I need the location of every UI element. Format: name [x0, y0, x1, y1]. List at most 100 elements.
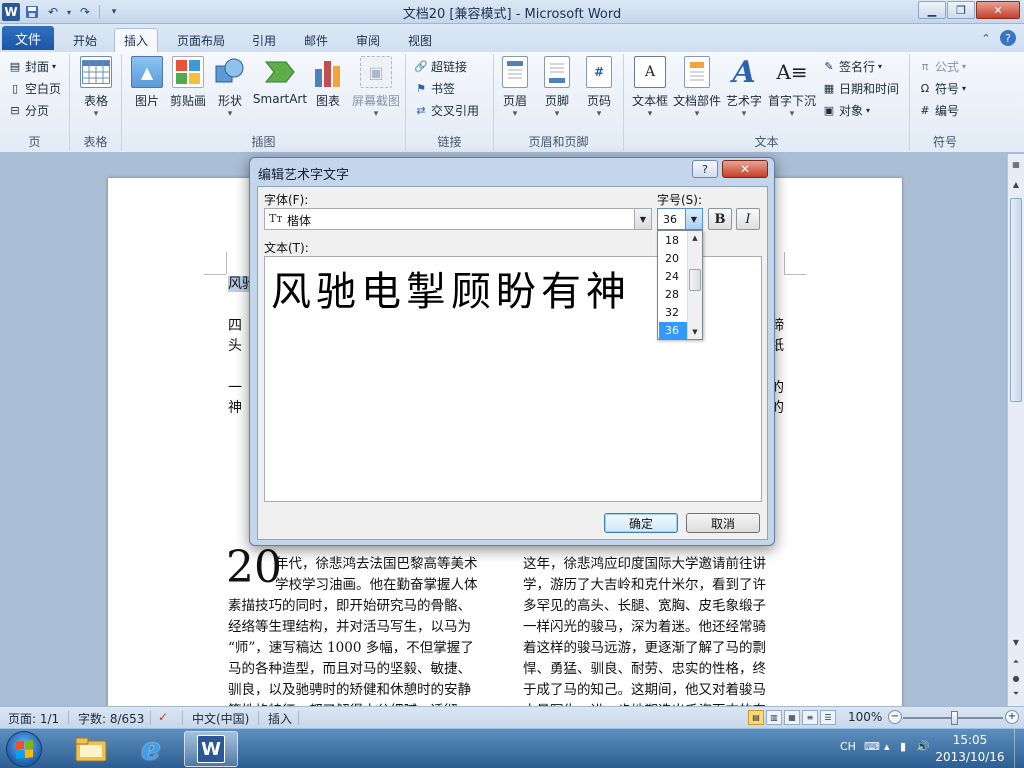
input-method[interactable]: CH	[840, 740, 856, 753]
word-count[interactable]: 字数: 8/653	[78, 710, 144, 727]
object-button[interactable]: ▣ 对象 ▾	[822, 100, 870, 120]
dialog-help-button[interactable]: ?	[692, 160, 718, 178]
wordart-button[interactable]: A 艺术字 ▾	[722, 55, 766, 120]
scroll-thumb[interactable]	[689, 269, 701, 291]
textbox-button[interactable]: A 文本框 ▾	[628, 56, 672, 119]
zoom-level[interactable]: 100%	[848, 710, 882, 724]
insert-mode[interactable]: 插入	[268, 710, 292, 727]
ie-taskbar-button[interactable]: e	[124, 731, 178, 767]
tab-page-layout[interactable]: 页面布局	[168, 28, 234, 52]
body-text-line[interactable]: 头	[228, 336, 242, 356]
help-icon[interactable]: ?	[1000, 30, 1016, 46]
italic-button[interactable]: I	[736, 208, 760, 230]
close-window-button[interactable]: ✕	[976, 1, 1020, 19]
column-text-line[interactable]: 经络等生理结构，并对活马写生，以马为	[228, 617, 471, 638]
tab-view[interactable]: 视图	[398, 28, 442, 52]
picture-button[interactable]: ▲ 图片	[122, 56, 172, 109]
size-option[interactable]: 28	[659, 286, 688, 304]
chevron-down-icon[interactable]: ▼	[634, 209, 651, 229]
scroll-down-arrow[interactable]: ▼	[688, 325, 702, 339]
dropcap-button[interactable]: A≡ 首字下沉 ▾	[766, 56, 818, 119]
column-text-line[interactable]: 悍、勇猛、驯良、耐劳、忠实的性格，终	[523, 659, 766, 680]
chevron-down-icon[interactable]: ▼	[685, 209, 702, 229]
network-icon[interactable]: ▮	[900, 740, 906, 753]
collapse-ribbon-icon[interactable]: ⌃	[978, 30, 994, 46]
zoom-out-button[interactable]: −	[888, 710, 902, 724]
browse-object-icon[interactable]: ●	[1008, 670, 1024, 686]
language[interactable]: 中文(中国)	[192, 710, 249, 727]
column-text-line[interactable]: 于成了马的知己。这期间，他又对着骏马	[523, 680, 766, 701]
numbering-button[interactable]: # 编号	[918, 100, 959, 120]
column-text-line[interactable]: 着这样的骏马远游，更逐渐了解了马的剽	[523, 638, 766, 659]
save-icon[interactable]	[23, 3, 41, 21]
explorer-taskbar-button[interactable]	[64, 731, 118, 767]
clock-date[interactable]: 2013/10/16	[930, 750, 1010, 764]
vertical-scrollbar[interactable]: ▦ ▲ ▼ ⏶ ● ⏷	[1007, 154, 1024, 706]
column-text-line[interactable]: 驯良，以及驰骋时的矫健和休憩时的安静	[228, 680, 471, 701]
signature-line-button[interactable]: ✎ 签名行 ▾	[822, 56, 882, 76]
prev-page-icon[interactable]: ⏶	[1008, 654, 1024, 670]
header-button[interactable]: 页眉 ▾	[494, 56, 536, 119]
body-text-line[interactable]: 神	[228, 398, 242, 418]
column-text-line[interactable]: 马的各种造型，而且对马的坚毅、敏捷、	[228, 659, 471, 680]
scroll-thumb[interactable]	[1010, 198, 1022, 402]
smartart-button[interactable]: SmartArt	[252, 56, 308, 106]
undo-dropdown-icon[interactable]: ▾	[65, 3, 73, 21]
zoom-in-button[interactable]: +	[1005, 710, 1019, 724]
tab-review[interactable]: 审阅	[346, 28, 390, 52]
screenshot-button[interactable]: ▣ 屏幕截图 ▾	[348, 56, 404, 119]
column-text-line[interactable]: 学校学习油画。他在勤奋掌握人体	[275, 575, 478, 596]
footer-button[interactable]: 页脚 ▾	[536, 56, 578, 119]
zoom-slider-thumb[interactable]	[951, 711, 958, 725]
cancel-button[interactable]: 取消	[686, 513, 760, 533]
show-desktop-button[interactable]	[1014, 729, 1024, 768]
bold-button[interactable]: B	[708, 208, 732, 230]
hyperlink-button[interactable]: 🔗 超链接	[414, 56, 467, 76]
tab-file[interactable]: 文件	[2, 26, 54, 50]
blank-page-button[interactable]: ▯ 空白页	[8, 78, 61, 98]
scroll-up-arrow[interactable]: ▲	[1008, 176, 1024, 192]
page-break-button[interactable]: ⊟ 分页	[8, 100, 49, 120]
datetime-button[interactable]: ▦ 日期和时间	[822, 78, 899, 98]
draft-view-icon[interactable]: ☰	[820, 710, 836, 725]
outline-view-icon[interactable]: ≡	[802, 710, 818, 725]
redo-icon[interactable]: ↷	[76, 3, 94, 21]
web-layout-view-icon[interactable]: ▦	[784, 710, 800, 725]
body-text-line[interactable]: 一	[228, 378, 242, 398]
equation-button[interactable]: π 公式 ▾	[918, 56, 966, 76]
minimize-button[interactable]: ▁	[918, 1, 946, 19]
word-taskbar-button[interactable]: W	[184, 731, 238, 767]
crossref-button[interactable]: ⇄ 交叉引用	[414, 100, 479, 120]
print-layout-view-icon[interactable]: ▤	[748, 710, 764, 725]
size-select[interactable]: 36 ▼	[657, 208, 703, 230]
undo-icon[interactable]: ↶	[44, 3, 62, 21]
page-count[interactable]: 页面: 1/1	[8, 710, 59, 727]
column-text-line[interactable]: 一样闪光的骏马，深为着迷。他还经常骑	[523, 617, 766, 638]
symbol-button[interactable]: Ω 符号 ▾	[918, 78, 966, 98]
column-text-line[interactable]: “师”，速写稿达 1000 多幅，不但掌握了	[228, 638, 474, 659]
column-text-line[interactable]: 多罕见的高头、长腿、宽胸、皮毛象缎子	[523, 596, 766, 617]
size-list-scrollbar[interactable]: ▲ ▼	[687, 231, 702, 339]
column-text-line[interactable]: 年代，徐悲鸿去法国巴黎高等美术	[275, 554, 478, 575]
chart-button[interactable]: 图表	[308, 56, 348, 109]
size-dropdown-list[interactable]: 18 20 24 28 32 36 ▲ ▼	[657, 230, 703, 340]
clock-time[interactable]: 15:05	[930, 733, 1010, 747]
tab-mailings[interactable]: 邮件	[294, 28, 338, 52]
clipart-button[interactable]: 剪贴画	[168, 56, 208, 109]
volume-icon[interactable]: 🔊	[916, 740, 930, 753]
size-option[interactable]: 36	[659, 322, 688, 340]
size-option[interactable]: 18	[659, 232, 688, 250]
tab-references[interactable]: 引用	[242, 28, 286, 52]
fullscreen-reading-view-icon[interactable]: ▥	[766, 710, 782, 725]
start-button[interactable]	[6, 731, 42, 767]
ruler-toggle-icon[interactable]: ▦	[1008, 156, 1024, 172]
shapes-button[interactable]: 形状 ▾	[208, 56, 252, 119]
keyboard-icon[interactable]: ⌨	[864, 740, 880, 753]
word-app-icon[interactable]: W	[2, 3, 20, 21]
font-select[interactable]: Tт 楷体 ▼	[264, 208, 652, 230]
drop-cap[interactable]: 20	[226, 546, 282, 590]
restore-button[interactable]: ❐	[947, 1, 975, 19]
cover-page-button[interactable]: ▤ 封面 ▾	[8, 56, 56, 76]
dialog-close-button[interactable]: ✕	[722, 160, 768, 178]
customize-qat-icon[interactable]: ▾	[105, 3, 123, 21]
